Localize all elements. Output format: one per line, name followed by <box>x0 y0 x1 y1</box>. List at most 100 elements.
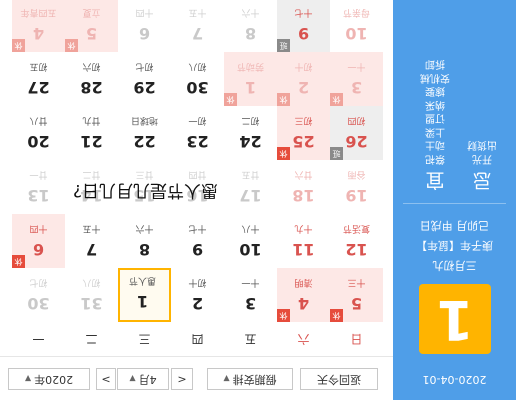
day-cell[interactable]: 18 廿六 <box>277 160 330 214</box>
day-cell[interactable]: 20 廿八 <box>12 106 65 160</box>
day-cell[interactable]: 25 初三休 <box>277 106 330 160</box>
day-cell[interactable]: 28 初六 <box>65 52 118 106</box>
day-cell[interactable]: 8 十六 <box>118 214 171 268</box>
weekday-label: 三 <box>138 332 151 346</box>
day-cell[interactable]: 30 初八 <box>171 52 224 106</box>
day-cell[interactable]: 13 廿一 <box>12 160 65 214</box>
day-cell[interactable]: 8 十六 <box>224 0 277 52</box>
day-lunar-label: 复活节 <box>343 223 371 233</box>
day-number: 1 <box>136 292 149 311</box>
day-cell[interactable]: 7 十五 <box>65 214 118 268</box>
day-cell[interactable]: 30 初七 <box>12 268 65 322</box>
day-lunar-label: 十一 <box>241 277 260 287</box>
selected-day-number: 1 <box>419 284 491 354</box>
day-info-panel: 2020-04-01 1 三月初九 庚子年【鼠年】 己卯月 甲戌日 宜 祭祀 动… <box>393 0 516 400</box>
workday-badge: 班 <box>277 39 290 52</box>
year-select[interactable]: 2020年▼ <box>8 368 90 390</box>
day-cell[interactable]: 12 复活节 <box>330 214 383 268</box>
day-number: 8 <box>244 24 257 43</box>
day-number: 6 <box>138 24 151 43</box>
day-cell-today[interactable]: 1 愚人节 <box>118 268 171 322</box>
month-select[interactable]: 4月▼ <box>117 368 169 390</box>
day-cell[interactable]: 4 五四青年休 <box>12 0 65 52</box>
day-cell[interactable]: 6 十四 <box>118 0 171 52</box>
calendar-toolbar: 2020年▼ > 4月▼ < 假期安排▼ 返回今天 <box>0 356 393 400</box>
holiday-badge: 休 <box>65 39 78 52</box>
chevron-down-icon: ▼ <box>129 374 136 383</box>
day-lunar-label: 廿六 <box>294 169 313 179</box>
prev-month-button[interactable]: < <box>171 368 193 390</box>
calendar-screenshot: 2020-04-01 1 三月初九 庚子年【鼠年】 己卯月 甲戌日 宜 祭祀 动… <box>0 0 516 400</box>
day-cell[interactable]: 5 立夏休 <box>65 0 118 52</box>
ji-section: 忌 开光 出货财 <box>452 138 512 195</box>
day-cell[interactable]: 10 十八 <box>224 214 277 268</box>
holiday-select-value: 假期安排 <box>232 373 277 386</box>
holiday-select[interactable]: 假期安排▼ <box>207 368 293 390</box>
day-cell[interactable]: 23 初一 <box>171 106 224 160</box>
day-cell[interactable]: 10 母亲节 <box>330 0 383 52</box>
holiday-badge: 休 <box>277 309 290 322</box>
day-lunar-label: 愚人节 <box>129 275 157 285</box>
selected-date: 2020-04-01 <box>422 373 487 386</box>
day-number: 17 <box>239 186 262 205</box>
holiday-badge: 休 <box>330 93 343 106</box>
day-lunar-label: 十五 <box>188 7 207 17</box>
day-lunar-label: 廿一 <box>29 169 48 179</box>
ganzhi-month-day: 己卯月 甲戌日 <box>419 219 490 232</box>
day-number: 31 <box>80 294 103 313</box>
yi-item: 安机械 <box>420 72 450 83</box>
day-cell[interactable]: 4 清明休 <box>277 268 330 322</box>
day-lunar-label: 初十 <box>188 277 207 287</box>
day-cell[interactable]: 3 十一休 <box>330 52 383 106</box>
day-number: 27 <box>27 78 50 97</box>
day-cell[interactable]: 3 十一 <box>224 268 277 322</box>
day-cell[interactable]: 1 劳动节休 <box>224 52 277 106</box>
next-month-button[interactable]: > <box>96 368 116 390</box>
day-cell[interactable]: 19 谷雨 <box>330 160 383 214</box>
day-number: 24 <box>239 132 262 151</box>
chevron-down-icon: ▼ <box>223 374 230 383</box>
day-number: 19 <box>345 186 368 205</box>
day-cell[interactable]: 26 初四班 <box>330 106 383 160</box>
day-lunar-label: 十六 <box>135 223 154 233</box>
day-cell[interactable]: 29 初七 <box>118 52 171 106</box>
day-cell[interactable]: 9 十七 <box>171 214 224 268</box>
calendar-grid: 30 初七 31 初八 1 愚人节 2 初十 3 十一 4 清明休 5 十三休 6 十四休 7 十五 8 十六 9 十七 1… <box>12 0 384 322</box>
day-cell[interactable]: 9 十七班 <box>277 0 330 52</box>
day-lunar-label: 廿九 <box>82 115 101 125</box>
day-cell[interactable]: 6 十四休 <box>12 214 65 268</box>
back-today-button[interactable]: 返回今天 <box>300 368 378 390</box>
day-number: 10 <box>345 24 368 43</box>
day-cell[interactable]: 11 十九 <box>277 214 330 268</box>
day-cell[interactable]: 17 廿五 <box>224 160 277 214</box>
day-lunar-label: 初二 <box>241 115 260 125</box>
day-cell[interactable]: 7 十五 <box>171 0 224 52</box>
day-cell[interactable]: 21 廿九 <box>65 106 118 160</box>
yi-item: 上梁 <box>425 126 445 137</box>
day-lunar-label: 初三 <box>294 115 313 125</box>
day-cell[interactable]: 2 初十休 <box>277 52 330 106</box>
day-cell[interactable]: 5 十三休 <box>330 268 383 322</box>
day-lunar-label: 地球日 <box>131 115 159 125</box>
ji-heading: 忌 <box>472 169 492 191</box>
yi-item: 纳采 <box>425 99 445 110</box>
day-cell[interactable]: 31 初八 <box>65 268 118 322</box>
holiday-badge: 休 <box>277 147 290 160</box>
day-number: 29 <box>133 78 156 97</box>
day-number: 13 <box>27 186 50 205</box>
yi-item: 拆卸 <box>425 58 445 70</box>
weekday-label: 五 <box>244 332 257 346</box>
day-lunar-label: 初六 <box>82 61 101 71</box>
day-cell[interactable]: 22 地球日 <box>118 106 171 160</box>
day-cell[interactable]: 27 初五 <box>12 52 65 106</box>
day-number: 28 <box>80 78 103 97</box>
day-cell[interactable]: 2 初十 <box>171 268 224 322</box>
day-cell[interactable]: 24 初二 <box>224 106 277 160</box>
panel-divider <box>403 203 506 204</box>
ganzhi-year: 庚子年【鼠年】 <box>416 239 493 252</box>
day-number: 8 <box>138 240 151 259</box>
day-number: 30 <box>27 294 50 313</box>
day-number: 3 <box>244 294 257 313</box>
weekday-label: 二 <box>85 332 98 346</box>
holiday-badge: 休 <box>12 39 25 52</box>
